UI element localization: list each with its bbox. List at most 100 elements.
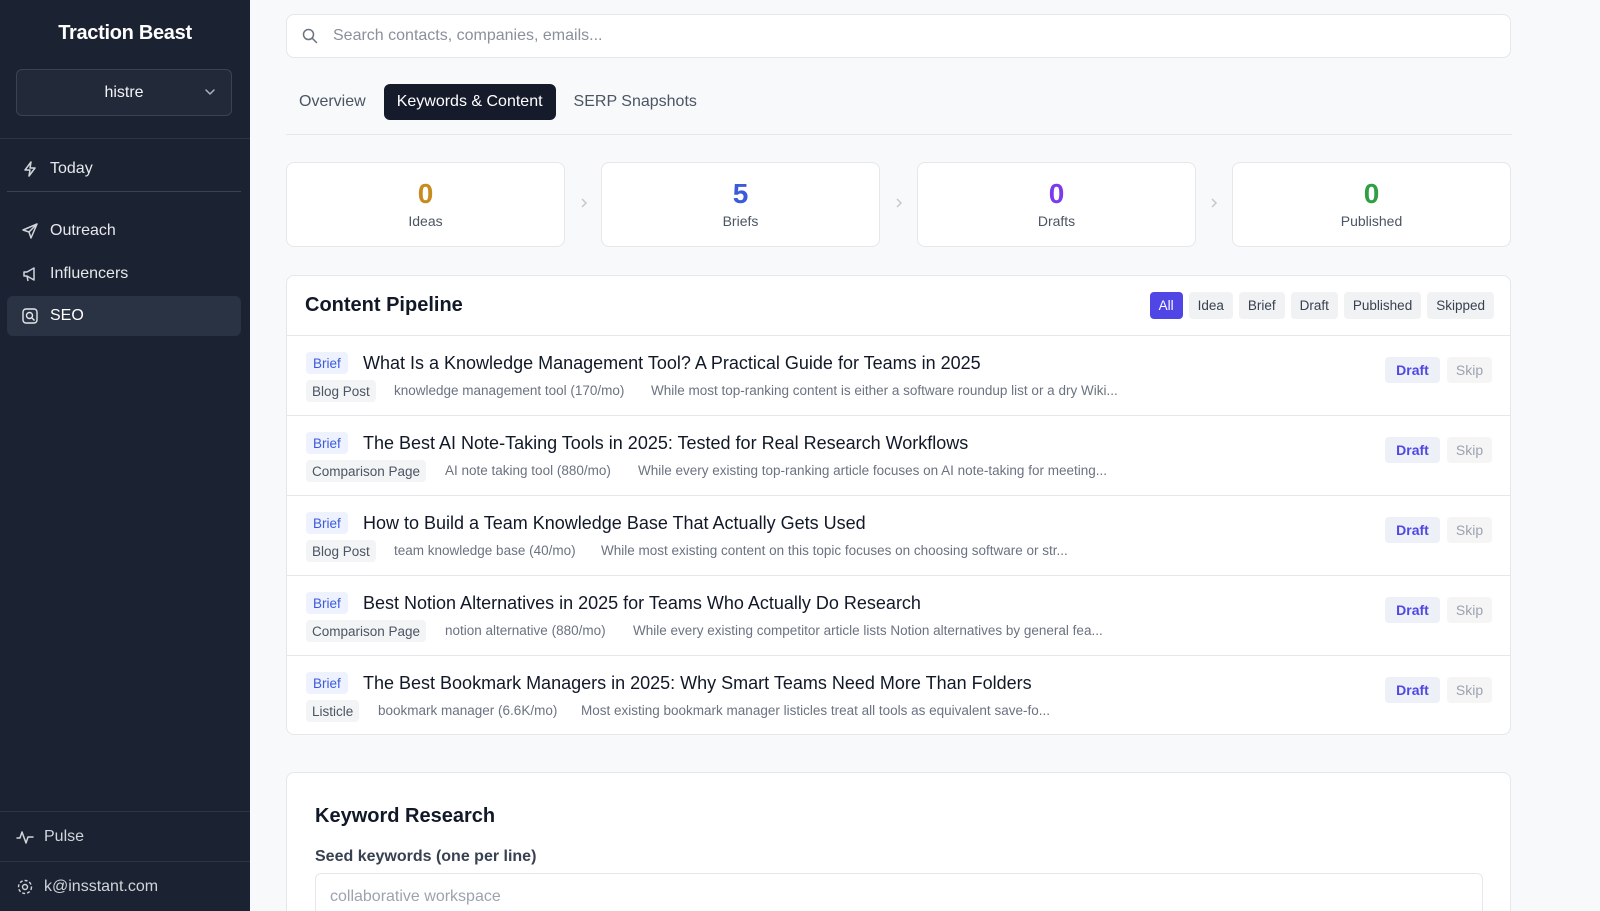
content-summary: While every existing competitor article … bbox=[633, 623, 1103, 638]
draft-button[interactable]: Draft bbox=[1385, 597, 1440, 623]
status-badge: Brief bbox=[306, 592, 348, 614]
content-summary: While most top-ranking content is either… bbox=[651, 383, 1118, 398]
tab-serp-snapshots[interactable]: SERP Snapshots bbox=[561, 84, 710, 120]
panel-title: Content Pipeline bbox=[305, 294, 463, 316]
panel-title: Keyword Research bbox=[315, 805, 496, 827]
sidebar-item-label: SEO bbox=[50, 307, 84, 324]
status-badge: Brief bbox=[306, 432, 348, 454]
target-keyword: notion alternative (880/mo) bbox=[445, 623, 606, 638]
filter-brief[interactable]: Brief bbox=[1238, 292, 1285, 319]
stat-card-ideas: 0 Ideas bbox=[286, 162, 565, 247]
activity-icon bbox=[16, 828, 34, 846]
panel-header: Content Pipeline All Idea Brief Draft Pu… bbox=[287, 276, 1510, 336]
status-badge: Brief bbox=[306, 512, 348, 534]
search-icon bbox=[301, 27, 319, 45]
chevron-down-icon bbox=[205, 89, 215, 95]
status-badge: Brief bbox=[306, 352, 348, 374]
sidebar-item-label: Outreach bbox=[50, 222, 116, 239]
stat-value: 0 bbox=[1048, 178, 1065, 209]
skip-button[interactable]: Skip bbox=[1447, 437, 1492, 463]
workspace-name: histre bbox=[104, 83, 144, 101]
sidebar-item-label: Influencers bbox=[50, 265, 129, 282]
target-keyword: AI note taking tool (880/mo) bbox=[445, 463, 611, 478]
content-type-badge: Listicle bbox=[306, 700, 360, 722]
sidebar-item-today[interactable]: Today bbox=[7, 149, 241, 189]
content-title[interactable]: How to Build a Team Knowledge Base That … bbox=[363, 513, 866, 534]
draft-button[interactable]: Draft bbox=[1385, 357, 1440, 383]
user-email: k@insstant.com bbox=[44, 878, 159, 895]
stat-value: 0 bbox=[417, 178, 434, 209]
pipeline-row[interactable]: Brief Best Notion Alternatives in 2025 f… bbox=[287, 576, 1510, 656]
stat-value: 0 bbox=[1363, 178, 1380, 209]
stat-card-drafts: 0 Drafts bbox=[917, 162, 1196, 247]
keyword-research-panel: Keyword Research Seed keywords (one per … bbox=[286, 772, 1511, 911]
sidebar-divider bbox=[0, 138, 250, 139]
content-type-badge: Comparison Page bbox=[306, 620, 427, 642]
search-icon bbox=[21, 307, 39, 325]
chevron-right-icon bbox=[578, 196, 590, 210]
target-keyword: bookmark manager (6.6K/mo) bbox=[378, 703, 558, 718]
skip-button[interactable]: Skip bbox=[1447, 517, 1492, 543]
workspace-select[interactable]: histre bbox=[16, 69, 232, 116]
sidebar-item-seo[interactable]: SEO bbox=[7, 296, 241, 336]
nav-divider bbox=[7, 191, 241, 192]
pipeline-row[interactable]: Brief What Is a Knowledge Management Too… bbox=[287, 336, 1510, 416]
seed-keywords-label: Seed keywords (one per line) bbox=[315, 848, 537, 865]
content-type-badge: Blog Post bbox=[306, 380, 376, 402]
content-summary: While every existing top-ranking article… bbox=[638, 463, 1107, 478]
sidebar-item-label: Today bbox=[50, 160, 93, 177]
pipeline-row[interactable]: Brief The Best Bookmark Managers in 2025… bbox=[287, 656, 1510, 734]
pipeline-row[interactable]: Brief How to Build a Team Knowledge Base… bbox=[287, 496, 1510, 576]
status-badge: Brief bbox=[306, 672, 348, 694]
chevron-right-icon bbox=[1208, 196, 1220, 210]
filter-all[interactable]: All bbox=[1149, 292, 1183, 319]
search-input[interactable] bbox=[333, 27, 1433, 45]
filter-draft[interactable]: Draft bbox=[1290, 292, 1338, 319]
tab-bar: Overview Keywords & Content SERP Snapsho… bbox=[286, 84, 715, 120]
stat-card-published: 0 Published bbox=[1232, 162, 1511, 247]
content-title[interactable]: Best Notion Alternatives in 2025 for Tea… bbox=[363, 593, 921, 614]
tab-keywords-content[interactable]: Keywords & Content bbox=[383, 84, 556, 120]
stat-label: Published bbox=[1340, 213, 1403, 229]
skip-button[interactable]: Skip bbox=[1447, 677, 1492, 703]
content-title[interactable]: What Is a Knowledge Management Tool? A P… bbox=[363, 353, 981, 374]
sidebar-item-outreach[interactable]: Outreach bbox=[7, 211, 241, 251]
draft-button[interactable]: Draft bbox=[1385, 437, 1440, 463]
global-search[interactable] bbox=[286, 14, 1511, 58]
sidebar-divider bbox=[0, 861, 250, 862]
content-summary: While most existing content on this topi… bbox=[601, 543, 1068, 558]
draft-button[interactable]: Draft bbox=[1385, 677, 1440, 703]
tabs-divider bbox=[286, 134, 1512, 135]
stat-card-briefs: 5 Briefs bbox=[601, 162, 880, 247]
seed-keywords-textarea[interactable]: collaborative workspace wiki note buildi… bbox=[315, 873, 1483, 911]
megaphone-icon bbox=[21, 265, 39, 283]
stat-label: Ideas bbox=[408, 213, 443, 229]
status-filters: All Idea Brief Draft Published Skipped bbox=[1144, 292, 1494, 319]
content-type-badge: Blog Post bbox=[306, 540, 376, 562]
gear-icon bbox=[16, 878, 34, 896]
filter-skipped[interactable]: Skipped bbox=[1427, 292, 1494, 319]
filter-idea[interactable]: Idea bbox=[1188, 292, 1233, 319]
send-icon bbox=[21, 222, 39, 240]
content-summary: Most existing bookmark manager listicles… bbox=[581, 703, 1050, 718]
stat-value: 5 bbox=[732, 178, 749, 209]
draft-button[interactable]: Draft bbox=[1385, 517, 1440, 543]
skip-button[interactable]: Skip bbox=[1447, 597, 1492, 623]
account-settings[interactable]: k@insstant.com bbox=[16, 873, 158, 901]
chevron-right-icon bbox=[893, 196, 905, 210]
sidebar: Traction Beast histre Today Outreach Inf… bbox=[0, 0, 250, 911]
content-pipeline-panel: Content Pipeline All Idea Brief Draft Pu… bbox=[286, 275, 1511, 735]
sidebar-item-influencers[interactable]: Influencers bbox=[7, 254, 241, 294]
content-type-badge: Comparison Page bbox=[306, 460, 427, 482]
pipeline-row[interactable]: Brief The Best AI Note-Taking Tools in 2… bbox=[287, 416, 1510, 496]
tab-overview[interactable]: Overview bbox=[286, 84, 379, 120]
filter-published[interactable]: Published bbox=[1343, 292, 1422, 319]
skip-button[interactable]: Skip bbox=[1447, 357, 1492, 383]
target-keyword: knowledge management tool (170/mo) bbox=[394, 383, 625, 398]
app-brand: Traction Beast bbox=[58, 22, 192, 44]
content-title[interactable]: The Best Bookmark Managers in 2025: Why … bbox=[363, 673, 1032, 694]
stat-label: Briefs bbox=[722, 213, 759, 229]
content-title[interactable]: The Best AI Note-Taking Tools in 2025: T… bbox=[363, 433, 968, 454]
sidebar-item-pulse[interactable]: Pulse bbox=[16, 823, 84, 851]
sidebar-divider bbox=[0, 811, 250, 812]
